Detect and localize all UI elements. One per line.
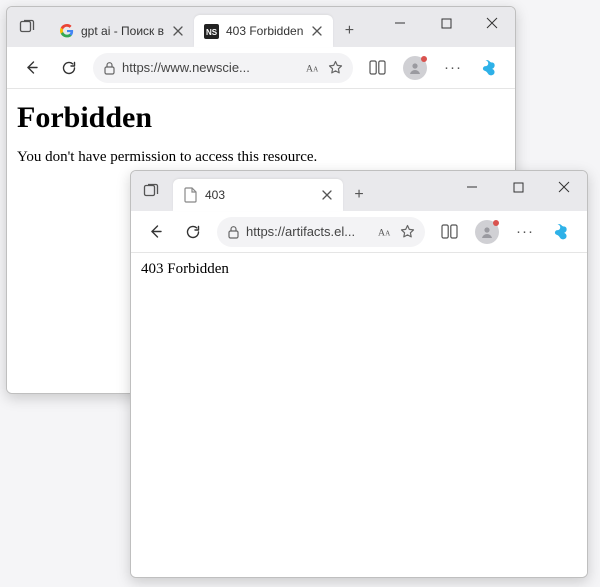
tab-403[interactable]: 403 [173,179,343,211]
new-tab-button[interactable]: + [343,179,375,211]
page-heading: Forbidden [17,101,505,135]
tab-actions-button[interactable] [131,171,171,211]
new-tab-button[interactable]: + [333,15,365,47]
close-tab-button[interactable] [309,23,325,39]
address-url: https://artifacts.el... [246,224,372,239]
star-icon[interactable] [400,224,415,239]
google-favicon-icon [59,23,75,39]
maximize-icon [441,18,452,29]
tab-strip: 403 + [173,171,375,211]
tab-actions-button[interactable] [7,7,47,47]
browser-window-front: 403 + [130,170,588,578]
more-icon: ··· [444,59,462,76]
refresh-button[interactable] [51,51,87,85]
more-icon: ··· [516,223,534,240]
minimize-button[interactable] [377,7,423,39]
split-screen-button[interactable] [359,51,395,85]
toolbar: https://www.newscie... AA ··· [7,47,515,89]
toolbar: https://artifacts.el... AA ··· [131,211,587,253]
arrow-left-icon [23,59,40,76]
star-icon[interactable] [328,60,343,75]
close-icon [312,26,322,36]
tab-actions-icon [19,19,35,35]
close-icon [322,190,332,200]
minimize-button[interactable] [449,171,495,203]
window-controls [449,171,587,203]
refresh-icon [185,224,201,240]
minimize-icon [466,181,478,193]
titlebar: gpt ai - Поиск в NS 403 Forbidden + [7,7,515,47]
profile-button[interactable] [397,51,433,85]
maximize-icon [513,182,524,193]
svg-text:A: A [378,227,385,238]
maximize-button[interactable] [423,7,469,39]
arrow-left-icon [147,223,164,240]
reader-icon: AA [306,61,322,75]
copilot-button[interactable] [473,51,509,85]
close-icon [486,17,498,29]
address-bar[interactable]: https://artifacts.el... AA [217,217,425,247]
titlebar-left: gpt ai - Поиск в NS 403 Forbidden + [7,7,365,47]
tab-403-forbidden[interactable]: NS 403 Forbidden [194,15,333,47]
tab-title: 403 [205,188,313,202]
page-text: 403 Forbidden [141,261,229,277]
ns-favicon-icon: NS [204,23,220,39]
svg-text:NS: NS [206,28,218,37]
address-url: https://www.newscie... [122,60,300,75]
profile-avatar-icon [475,220,499,244]
refresh-icon [61,60,77,76]
lock-icon [103,61,116,75]
copilot-icon [552,221,574,243]
svg-text:A: A [385,229,391,237]
copilot-button[interactable] [545,215,581,249]
more-menu-button[interactable]: ··· [435,51,471,85]
titlebar-left: 403 + [131,171,375,211]
close-tab-button[interactable] [170,23,186,39]
split-screen-button[interactable] [431,215,467,249]
split-screen-icon [369,60,386,75]
blank-favicon-icon [183,187,199,203]
tab-title: gpt ai - Поиск в [81,24,164,38]
svg-text:A: A [313,65,319,73]
tab-title: 403 Forbidden [226,24,303,38]
copilot-icon [480,57,502,79]
titlebar: 403 + [131,171,587,211]
reader-icon: AA [378,225,394,239]
svg-text:A: A [306,63,313,74]
close-tab-button[interactable] [319,187,335,203]
close-window-button[interactable] [469,7,515,39]
profile-avatar-icon [403,56,427,80]
minimize-icon [394,17,406,29]
page-message: You don't have permission to access this… [17,149,505,166]
lock-icon [227,225,240,239]
profile-button[interactable] [469,215,505,249]
plus-icon: + [354,186,363,204]
tab-actions-icon [143,183,159,199]
back-button[interactable] [13,51,49,85]
window-controls [377,7,515,39]
page-viewport: 403 Forbidden [131,253,587,577]
address-bar[interactable]: https://www.newscie... AA [93,53,353,83]
refresh-button[interactable] [175,215,211,249]
back-button[interactable] [137,215,173,249]
split-screen-icon [441,224,458,239]
plus-icon: + [345,22,354,40]
maximize-button[interactable] [495,171,541,203]
close-window-button[interactable] [541,171,587,203]
close-icon [173,26,183,36]
forbidden-page: 403 Forbidden [131,253,587,286]
forbidden-page: Forbidden You don't have permission to a… [7,89,515,166]
more-menu-button[interactable]: ··· [507,215,543,249]
close-icon [558,181,570,193]
tab-google-search[interactable]: gpt ai - Поиск в [49,15,194,47]
tab-strip: gpt ai - Поиск в NS 403 Forbidden + [49,7,365,47]
